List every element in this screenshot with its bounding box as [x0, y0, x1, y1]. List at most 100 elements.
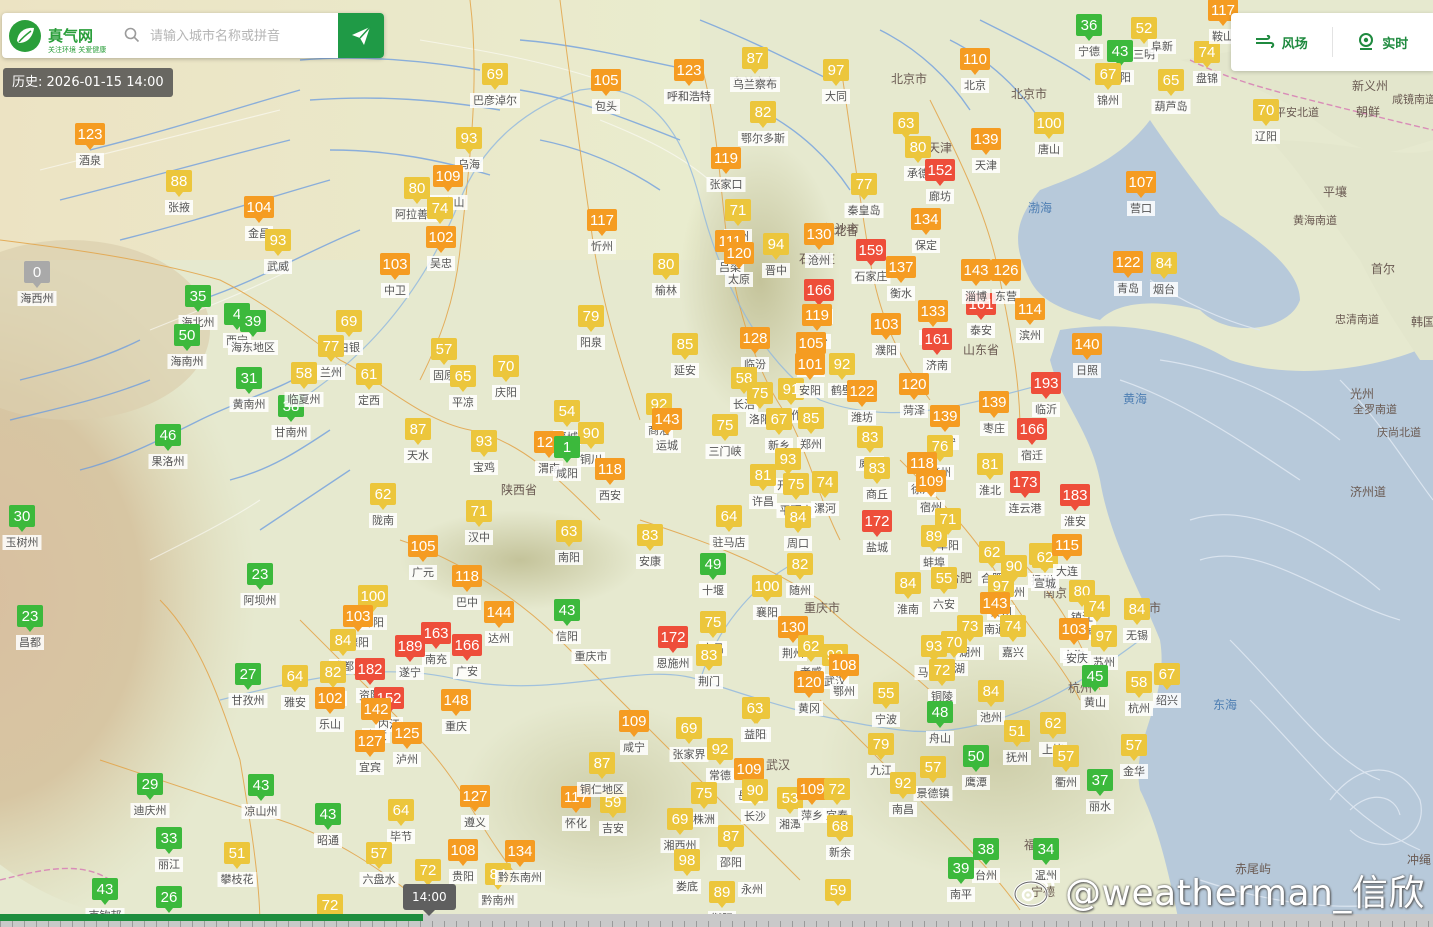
time-slider-handle[interactable]: 14:00 [403, 884, 456, 916]
aqi-value: 85 [803, 410, 820, 427]
aqi-value: 57 [1126, 737, 1143, 754]
aqi-value: 34 [1038, 841, 1055, 858]
city-name: 广安 [456, 664, 478, 678]
place-label: 黄海南道 [1293, 213, 1337, 227]
place-label: 庆尚北道 [1377, 425, 1421, 439]
aqi-value: 109 [621, 713, 646, 730]
city-name: 株洲 [693, 812, 715, 826]
aqi-value: 43 [97, 881, 114, 898]
aqi-value: 62 [984, 544, 1001, 561]
aqi-value: 50 [968, 748, 985, 765]
aqi-value: 57 [925, 759, 942, 776]
aqi-value: 54 [559, 403, 576, 420]
aqi-value: 125 [394, 725, 419, 742]
aqi-value: 114 [1018, 301, 1042, 318]
city-name: 广元 [412, 566, 434, 579]
aqi-value: 69 [672, 811, 689, 828]
wind-field-label: 风场 [1281, 36, 1308, 52]
aqi-value: 143 [982, 595, 1007, 612]
aqi-value: 87 [723, 828, 740, 845]
city-name: 巴中 [456, 596, 478, 609]
aqi-value: 88 [171, 173, 188, 190]
aqi-value: 122 [849, 383, 874, 400]
city-name: 攀枝花 [221, 872, 254, 886]
city-name: 黄冈 [798, 701, 820, 715]
aqi-value: 182 [357, 661, 382, 678]
aqi-value: 92 [895, 775, 912, 792]
city-aqi-marker[interactable]: 阜新 [1148, 39, 1176, 54]
city-name: 荆门 [698, 674, 720, 688]
city-name: 泰安 [970, 323, 992, 337]
aqi-value: 119 [714, 150, 738, 167]
aqi-value: 143 [654, 411, 679, 428]
aqi-value: 166 [1019, 421, 1044, 438]
wind-field-button[interactable]: 风场 [1231, 13, 1332, 71]
aqi-value: 94 [768, 236, 785, 253]
city-name: 天津 [975, 159, 997, 172]
aqi-value: 74 [1089, 598, 1106, 615]
search-submit-button[interactable] [338, 13, 384, 58]
aqi-value: 159 [858, 242, 883, 259]
city-name: 咸宁 [623, 740, 645, 754]
city-aqi-marker[interactable]: 永州 [738, 882, 766, 897]
city-name: 九江 [870, 764, 892, 777]
city-aqi-marker[interactable]: 安庆 [1063, 651, 1091, 666]
city-name: 鄂州 [833, 685, 855, 698]
aqi-value: 118 [598, 461, 622, 478]
city-name: 丽江 [158, 858, 180, 871]
aqi-value: 161 [924, 331, 949, 348]
aqi-value: 128 [742, 330, 767, 347]
city-name: 淮南 [897, 603, 919, 616]
aqi-value: 69 [487, 66, 504, 83]
aqi-value: 137 [888, 259, 913, 276]
weibo-watermark: @weatherman_信欣 [1013, 866, 1425, 914]
city-name: 北京 [964, 78, 986, 92]
city-search-input[interactable] [148, 23, 338, 49]
aqi-value: 57 [436, 341, 453, 358]
aqi-value: 63 [747, 700, 764, 717]
site-logo[interactable]: 真气网 关注环境 关爱健康 [8, 19, 118, 54]
place-label: 武汉 [766, 758, 790, 772]
city-name: 平凉 [452, 395, 474, 409]
aqi-value: 75 [705, 614, 722, 631]
realtime-button[interactable]: 实时 [1333, 13, 1433, 71]
place-label: 光州 [1350, 387, 1374, 401]
aqi-value: 105 [798, 335, 823, 352]
place-label: 平安北道 [1275, 105, 1319, 119]
city-name: 晋中 [765, 264, 787, 277]
aqi-value: 117 [590, 212, 614, 229]
city-name: 乐山 [319, 718, 341, 731]
city-aqi-marker[interactable]: 重庆市 [571, 649, 611, 664]
aqi-value: 43 [320, 806, 337, 823]
place-label: 北京市 [1011, 86, 1047, 101]
city-name: 吴忠 [430, 257, 452, 270]
weibo-logo-icon [1013, 874, 1055, 908]
city-name: 张掖 [168, 200, 190, 214]
aqi-value: 0 [33, 264, 41, 281]
place-label: 东海 [1213, 697, 1237, 712]
city-name: 抚州 [1006, 750, 1028, 764]
city-name: 新余 [829, 845, 851, 859]
place-label: 济州道 [1350, 484, 1386, 499]
aqi-value: 104 [246, 199, 271, 216]
aqi-value: 89 [714, 884, 731, 901]
city-name: 青岛 [1117, 281, 1139, 295]
city-name: 遂宁 [399, 665, 421, 679]
city-name: 呼和浩特 [667, 89, 711, 103]
city-name: 周口 [787, 537, 809, 550]
city-name: 甘孜州 [232, 693, 265, 707]
city-name: 常德 [709, 768, 731, 782]
aqi-value: 57 [371, 845, 388, 862]
city-name: 益阳 [744, 727, 766, 741]
aqi-value: 37 [1092, 772, 1109, 789]
place-label: 山东省 [963, 343, 999, 357]
city-name: 郑州 [800, 437, 822, 451]
aqi-map[interactable]: 海西州 平安北道 新义州咸镜南道朝鲜黄海南道 平壤首尔忠清南道 韩国光州全罗南道济州道 庆… [0, 0, 1433, 927]
city-name: 辽阳 [1255, 130, 1277, 143]
aqi-value: 26 [161, 889, 178, 906]
aqi-value: 35 [190, 288, 207, 305]
city-name: 毕节 [390, 830, 412, 843]
aqi-value: 64 [393, 802, 410, 819]
aqi-value: 49 [705, 556, 722, 573]
aqi-value: 84 [1156, 255, 1173, 272]
